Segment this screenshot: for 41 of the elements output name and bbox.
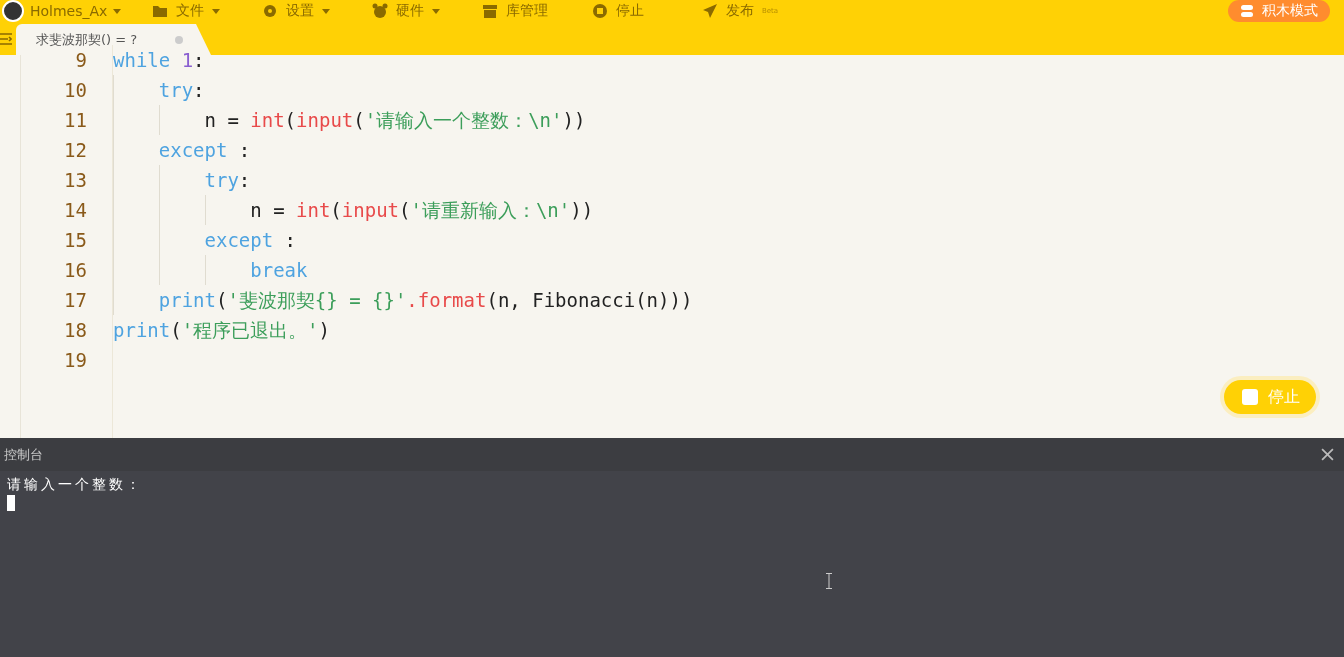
line-number: 16 [63, 258, 88, 283]
menu-item[interactable]: 文件 [152, 2, 262, 20]
code-line: try: [203, 169, 251, 191]
line-number: 15 [63, 228, 88, 253]
code-line: print('斐波那契{} = {}'.format(n, Fibonacci(n))) [157, 289, 693, 311]
console-output: 请输入一个整数： [7, 475, 144, 493]
line-number: 17 [63, 288, 88, 313]
code-line: except : [203, 229, 297, 251]
code-line: break [249, 259, 308, 281]
text-cursor [7, 495, 15, 511]
code-line: except : [157, 139, 251, 161]
user-name[interactable]: Holmes_Ax [30, 3, 108, 19]
menu-item[interactable]: 停止 [592, 2, 702, 20]
line-number: 10 [63, 78, 88, 103]
text-cursor-icon [826, 573, 832, 589]
menu-item[interactable]: 硬件 [372, 2, 482, 20]
line-number: 18 [63, 318, 88, 343]
line-number: 14 [63, 198, 88, 223]
code-line: print('程序已退出。') [113, 319, 330, 341]
stop-icon [592, 3, 608, 19]
avatar-icon[interactable] [2, 0, 24, 22]
menu-item[interactable]: 库管理 [482, 2, 592, 20]
sidebar-toggle-icon[interactable] [0, 33, 12, 45]
line-number: 13 [63, 168, 88, 193]
code-line: n = int(input('请输入一个整数：\n')) [203, 109, 586, 131]
folder-icon [152, 3, 168, 19]
paper-plane-icon [702, 3, 718, 19]
line-number: 19 [63, 348, 88, 373]
bear-icon [372, 3, 388, 19]
line-number: 11 [63, 108, 88, 133]
menu-item[interactable]: 设置 [262, 2, 372, 20]
block-mode-button[interactable]: 积木模式 [1228, 0, 1330, 22]
code-line: n = int(input('请重新输入：\n')) [249, 199, 594, 221]
line-number: 12 [63, 138, 88, 163]
code-line: try: [157, 79, 205, 101]
console-title: 控制台 [4, 445, 43, 464]
gear-icon [262, 3, 278, 19]
close-icon[interactable] [1321, 448, 1334, 461]
blocks-icon [1240, 4, 1254, 18]
box-icon [482, 3, 498, 19]
caret-icon [113, 8, 122, 14]
